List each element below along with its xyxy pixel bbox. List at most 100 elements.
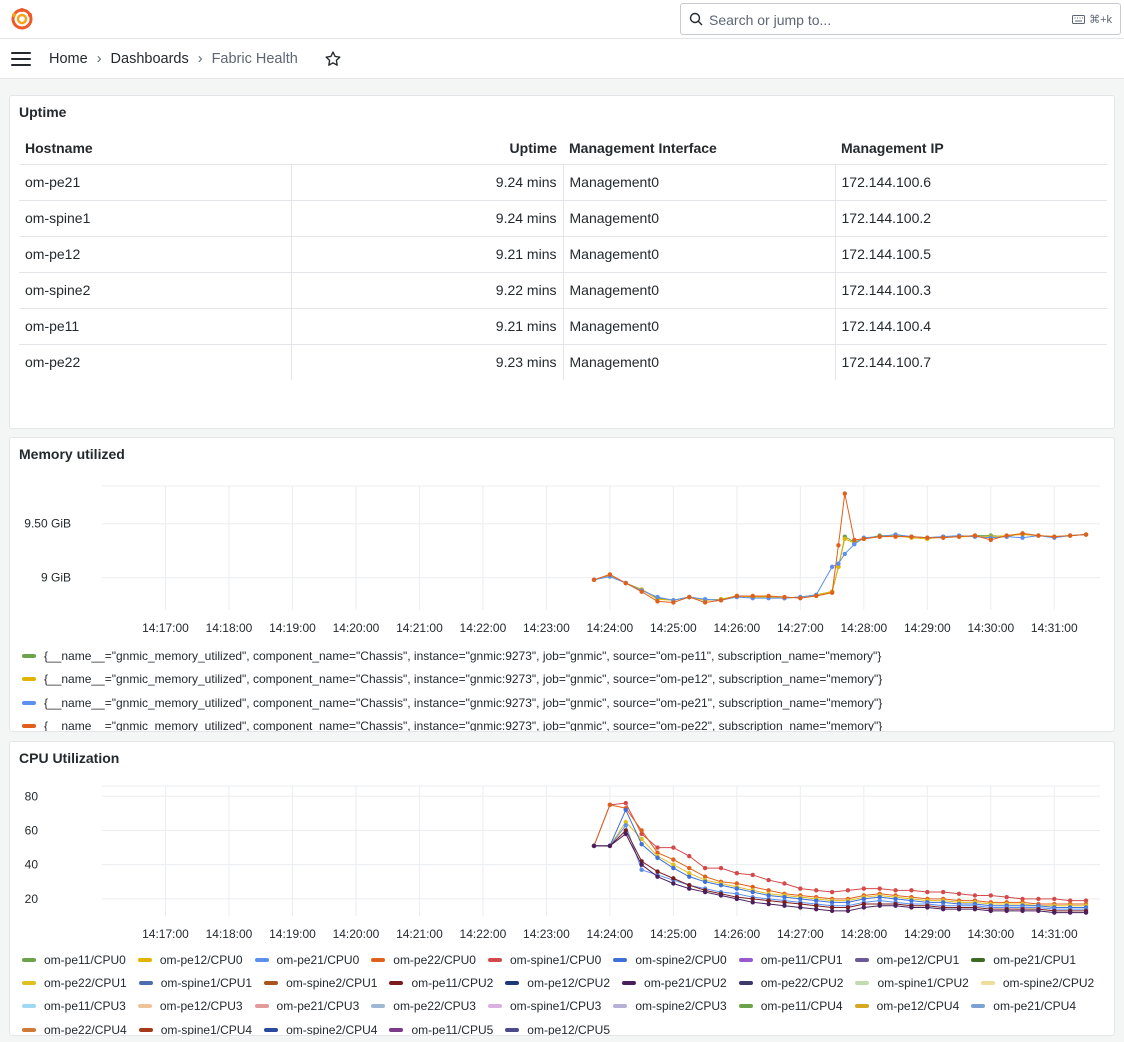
legend-label: {__name__="gnmic_memory_utilized", compo… xyxy=(44,719,883,732)
legend-item[interactable]: om-spine1/CPU2 xyxy=(855,971,969,994)
legend-label: om-spine1/CPU4 xyxy=(160,1022,253,1036)
menu-icon[interactable] xyxy=(11,52,31,66)
legend-swatch xyxy=(622,980,637,985)
column-header[interactable]: Uptime xyxy=(291,132,563,165)
data-point xyxy=(829,564,835,570)
data-point xyxy=(655,594,660,600)
legend-item[interactable]: om-pe21/CPU4 xyxy=(971,995,1076,1018)
x-tick-label: 14:26:00 xyxy=(714,927,761,941)
legend-item[interactable]: om-pe12/CPU2 xyxy=(505,971,610,994)
legend-item[interactable]: om-pe12/CPU0 xyxy=(137,948,243,971)
legend-swatch xyxy=(264,980,279,985)
legend-item[interactable]: om-pe12/CPU4 xyxy=(854,995,959,1018)
legend-item[interactable]: om-pe22/CPU2 xyxy=(738,971,843,994)
memory-chart[interactable]: 14:17:00 14:18:00 14:19:00 14:20:00 14:21:00… xyxy=(10,438,1114,643)
data-point xyxy=(623,823,628,828)
legend-item[interactable]: om-spine1/CPU1 xyxy=(138,971,252,994)
legend-item[interactable]: om-spine1/CPU4 xyxy=(138,1018,253,1036)
data-point xyxy=(591,577,597,583)
legend-item[interactable]: om-pe22/CPU1 xyxy=(22,971,127,994)
data-point xyxy=(734,896,740,902)
data-point xyxy=(591,843,597,849)
data-point xyxy=(842,551,847,557)
data-point xyxy=(972,893,978,898)
breadcrumb-home[interactable]: Home xyxy=(49,51,88,67)
legend-label: om-pe12/CPU2 xyxy=(527,975,611,990)
legend-item[interactable]: om-pe11/CPU5 xyxy=(389,1018,493,1035)
legend-item[interactable]: {__name__="gnmic_memory_utilized", compo… xyxy=(22,668,882,692)
legend-item[interactable]: {__name__="gnmic_memory_utilized", compo… xyxy=(22,691,882,715)
hostname-cell: om-spine1 xyxy=(19,200,292,237)
legend-item[interactable]: om-spine2/CPU2 xyxy=(980,971,1094,994)
uptime-cell: 9.24 mins xyxy=(291,200,564,237)
legend-item[interactable]: om-pe12/CPU1 xyxy=(854,948,959,971)
data-point xyxy=(1083,910,1089,915)
legend-swatch xyxy=(254,1004,269,1009)
legend-item[interactable]: om-pe22/CPU3 xyxy=(371,995,476,1018)
star-icon[interactable] xyxy=(324,50,342,68)
x-tick-label: 14:27:00 xyxy=(777,927,824,941)
search-icon xyxy=(689,12,703,26)
legend-label: om-pe21/CPU3 xyxy=(276,999,360,1014)
legend-item[interactable]: om-pe12/CPU3 xyxy=(137,995,243,1018)
column-header[interactable]: Management Interface xyxy=(563,132,835,165)
x-tick-label: 14:31:00 xyxy=(1031,927,1078,941)
legend-item[interactable]: om-pe11/CPU4 xyxy=(738,995,843,1018)
legend-item[interactable]: om-spine1/CPU3 xyxy=(487,995,601,1018)
cpu-legend: om-pe11/CPU0 om-pe12/CPU0 om-pe21/CPU0 om-p… xyxy=(22,948,1112,1036)
x-tick-label: 14:28:00 xyxy=(840,927,887,941)
data-point xyxy=(861,905,867,910)
legend-item[interactable]: om-pe12/CPU5 xyxy=(505,1018,610,1035)
ip-cell: 172.144.100.5 xyxy=(835,236,1107,273)
table-row: om-pe22 9.23 mins Management0 172.144.100.7 xyxy=(19,344,1107,380)
legend-item[interactable]: om-pe21/CPU0 xyxy=(254,948,359,971)
data-point xyxy=(1083,532,1089,537)
legend-swatch xyxy=(22,677,36,682)
column-header[interactable]: Hostname xyxy=(19,132,291,165)
legend-item[interactable]: om-pe21/CPU2 xyxy=(622,971,727,994)
legend-item[interactable]: om-pe22/CPU0 xyxy=(371,948,476,971)
legend-item[interactable]: om-pe21/CPU1 xyxy=(971,948,1076,971)
table-row: om-pe21 9.24 mins Management0 172.144.100.6 xyxy=(19,164,1107,201)
legend-item[interactable]: om-spine2/CPU0 xyxy=(613,948,727,971)
data-point xyxy=(687,874,692,879)
panel-title[interactable]: Uptime xyxy=(19,104,66,120)
data-point xyxy=(671,857,676,862)
keyboard-shortcut: ⌘+k xyxy=(1072,13,1112,26)
legend-label: {__name__="gnmic_memory_utilized", compo… xyxy=(44,648,882,663)
breadcrumb-dashboards[interactable]: Dashboards xyxy=(111,51,189,67)
legend-item[interactable]: om-pe21/CPU3 xyxy=(254,995,360,1018)
legend-item[interactable]: om-spine2/CPU4 xyxy=(264,1018,377,1035)
legend-swatch xyxy=(389,1027,404,1032)
search-input[interactable]: Search or jump to... ⌘+k xyxy=(680,3,1121,35)
legend-item[interactable]: om-pe11/CPU0 xyxy=(22,948,126,971)
data-point xyxy=(877,534,882,539)
data-point xyxy=(734,886,740,891)
legend-item[interactable]: {__name__="gnmic_memory_utilized", compo… xyxy=(22,644,882,668)
data-point xyxy=(845,888,851,893)
legend-item[interactable]: om-pe11/CPU3 xyxy=(22,995,126,1018)
column-header[interactable]: Management IP xyxy=(835,132,1107,165)
hostname-cell: om-pe22 xyxy=(19,344,292,380)
data-point xyxy=(798,905,803,910)
legend-item[interactable]: {__name__="gnmic_memory_utilized", compo… xyxy=(22,715,883,732)
legend-swatch xyxy=(971,957,986,962)
legend-item[interactable]: om-pe11/CPU2 xyxy=(389,971,493,994)
legend-label: om-spine1/CPU2 xyxy=(877,975,969,990)
x-tick-label: 14:24:00 xyxy=(587,621,634,635)
legend-item[interactable]: om-spine2/CPU1 xyxy=(264,971,377,994)
legend-item[interactable]: om-pe11/CPU1 xyxy=(738,948,843,971)
memory-legend: {__name__="gnmic_memory_utilized", compo… xyxy=(22,644,883,732)
data-point xyxy=(798,595,803,601)
legend-item[interactable]: om-spine2/CPU3 xyxy=(613,995,727,1018)
x-tick-label: 14:20:00 xyxy=(333,927,380,941)
data-point xyxy=(909,888,914,893)
cpu-chart[interactable]: 14:17:00 14:18:00 14:19:00 14:20:00 14:21:00… xyxy=(10,742,1114,947)
data-point xyxy=(909,534,914,539)
legend-item[interactable]: om-pe22/CPU4 xyxy=(22,1018,127,1035)
x-tick-label: 14:21:00 xyxy=(396,927,443,941)
grafana-logo-icon[interactable] xyxy=(10,7,34,31)
hostname-cell: om-pe21 xyxy=(19,164,292,201)
legend-item[interactable]: om-spine1/CPU0 xyxy=(487,948,601,971)
x-tick-label: 14:24:00 xyxy=(587,927,634,941)
